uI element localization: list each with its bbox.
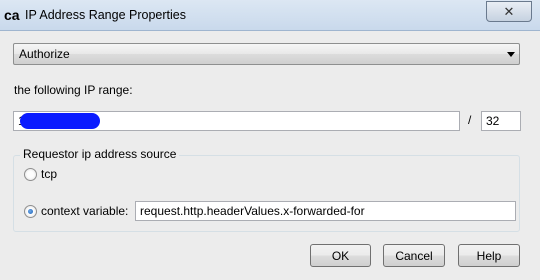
context-variable-radio[interactable] xyxy=(24,205,37,218)
context-variable-input[interactable]: request.http.headerValues.x-forwarded-fo… xyxy=(135,201,516,221)
tcp-radio[interactable] xyxy=(24,168,37,181)
dropdown-arrow-icon[interactable] xyxy=(507,52,515,57)
ok-button-label: OK xyxy=(331,248,350,263)
title-bar: ca IP Address Range Properties ✕ xyxy=(0,0,540,31)
cancel-button-label: Cancel xyxy=(395,248,433,263)
context-variable-label[interactable]: context variable: xyxy=(41,205,128,218)
action-dropdown-value: Authorize xyxy=(19,47,70,61)
prefix-length-input[interactable]: 32 xyxy=(481,111,521,131)
close-button[interactable]: ✕ xyxy=(486,1,532,22)
ok-button[interactable]: OK xyxy=(310,244,371,267)
help-button[interactable]: Help xyxy=(458,244,520,267)
tcp-radio-label[interactable]: tcp xyxy=(41,168,57,181)
redaction-mark xyxy=(20,113,100,129)
prefix-separator: / xyxy=(468,113,472,127)
action-dropdown[interactable]: Authorize xyxy=(13,43,520,65)
context-variable-value: request.http.headerValues.x-forwarded-fo… xyxy=(140,204,365,218)
prefix-length-value: 32 xyxy=(486,114,500,128)
requestor-source-legend: Requestor ip address source xyxy=(20,148,180,161)
ca-logo-icon: ca xyxy=(4,7,20,23)
help-button-label: Help xyxy=(476,248,502,263)
close-icon: ✕ xyxy=(503,3,515,19)
ip-address-input[interactable]: 1 xyxy=(13,111,460,131)
cancel-button[interactable]: Cancel xyxy=(383,244,445,267)
ip-range-label: the following IP range: xyxy=(14,83,133,97)
window-title: IP Address Range Properties xyxy=(25,8,186,22)
